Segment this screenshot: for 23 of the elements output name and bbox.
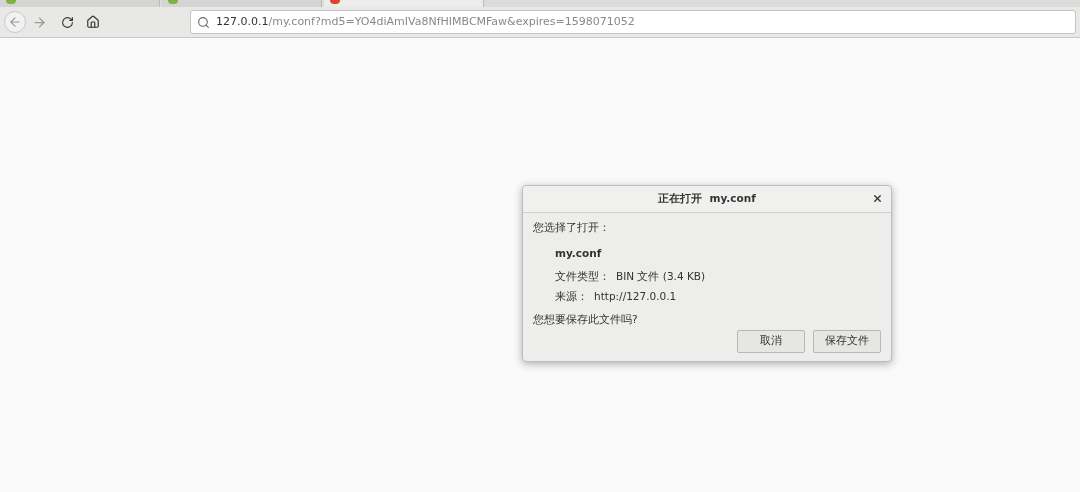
source-label: 来源： xyxy=(555,289,588,305)
file-type-value: BIN 文件 (3.4 KB) xyxy=(616,268,706,284)
close-button[interactable] xyxy=(872,193,883,204)
favicon-icon xyxy=(6,0,16,4)
forward-button[interactable] xyxy=(32,14,47,30)
dialog-title: 正在打开 my.conf xyxy=(658,191,756,207)
source-value: http://127.0.0.1 xyxy=(594,289,677,305)
file-name: my.conf xyxy=(555,245,603,261)
reload-button[interactable] xyxy=(61,15,74,29)
url-text: 127.0.0.1/my.conf?md5=YO4diAmIVa8NfHIMBCMFaw&expires=1598071052 xyxy=(216,13,635,30)
browser-tab[interactable] xyxy=(324,0,484,7)
dialog-button[interactable]: 保存文件 xyxy=(813,329,881,353)
close-icon xyxy=(872,193,883,204)
favicon-icon xyxy=(330,0,340,4)
question-text: 您想要保存此文件吗? xyxy=(533,312,639,327)
home-button[interactable] xyxy=(86,15,100,29)
dialog-button[interactable]: 取消 xyxy=(737,329,805,353)
address-field[interactable]: 127.0.0.1/my.conf?md5=YO4diAmIVa8NfHIMBCMFaw&expires=1598071052 xyxy=(190,10,1076,34)
file-type-label: 文件类型： xyxy=(555,268,610,284)
intro-text: 您选择了打开： xyxy=(533,220,611,235)
left-arrow-icon xyxy=(8,15,22,29)
search-icon xyxy=(197,15,210,29)
favicon-icon xyxy=(168,0,178,4)
